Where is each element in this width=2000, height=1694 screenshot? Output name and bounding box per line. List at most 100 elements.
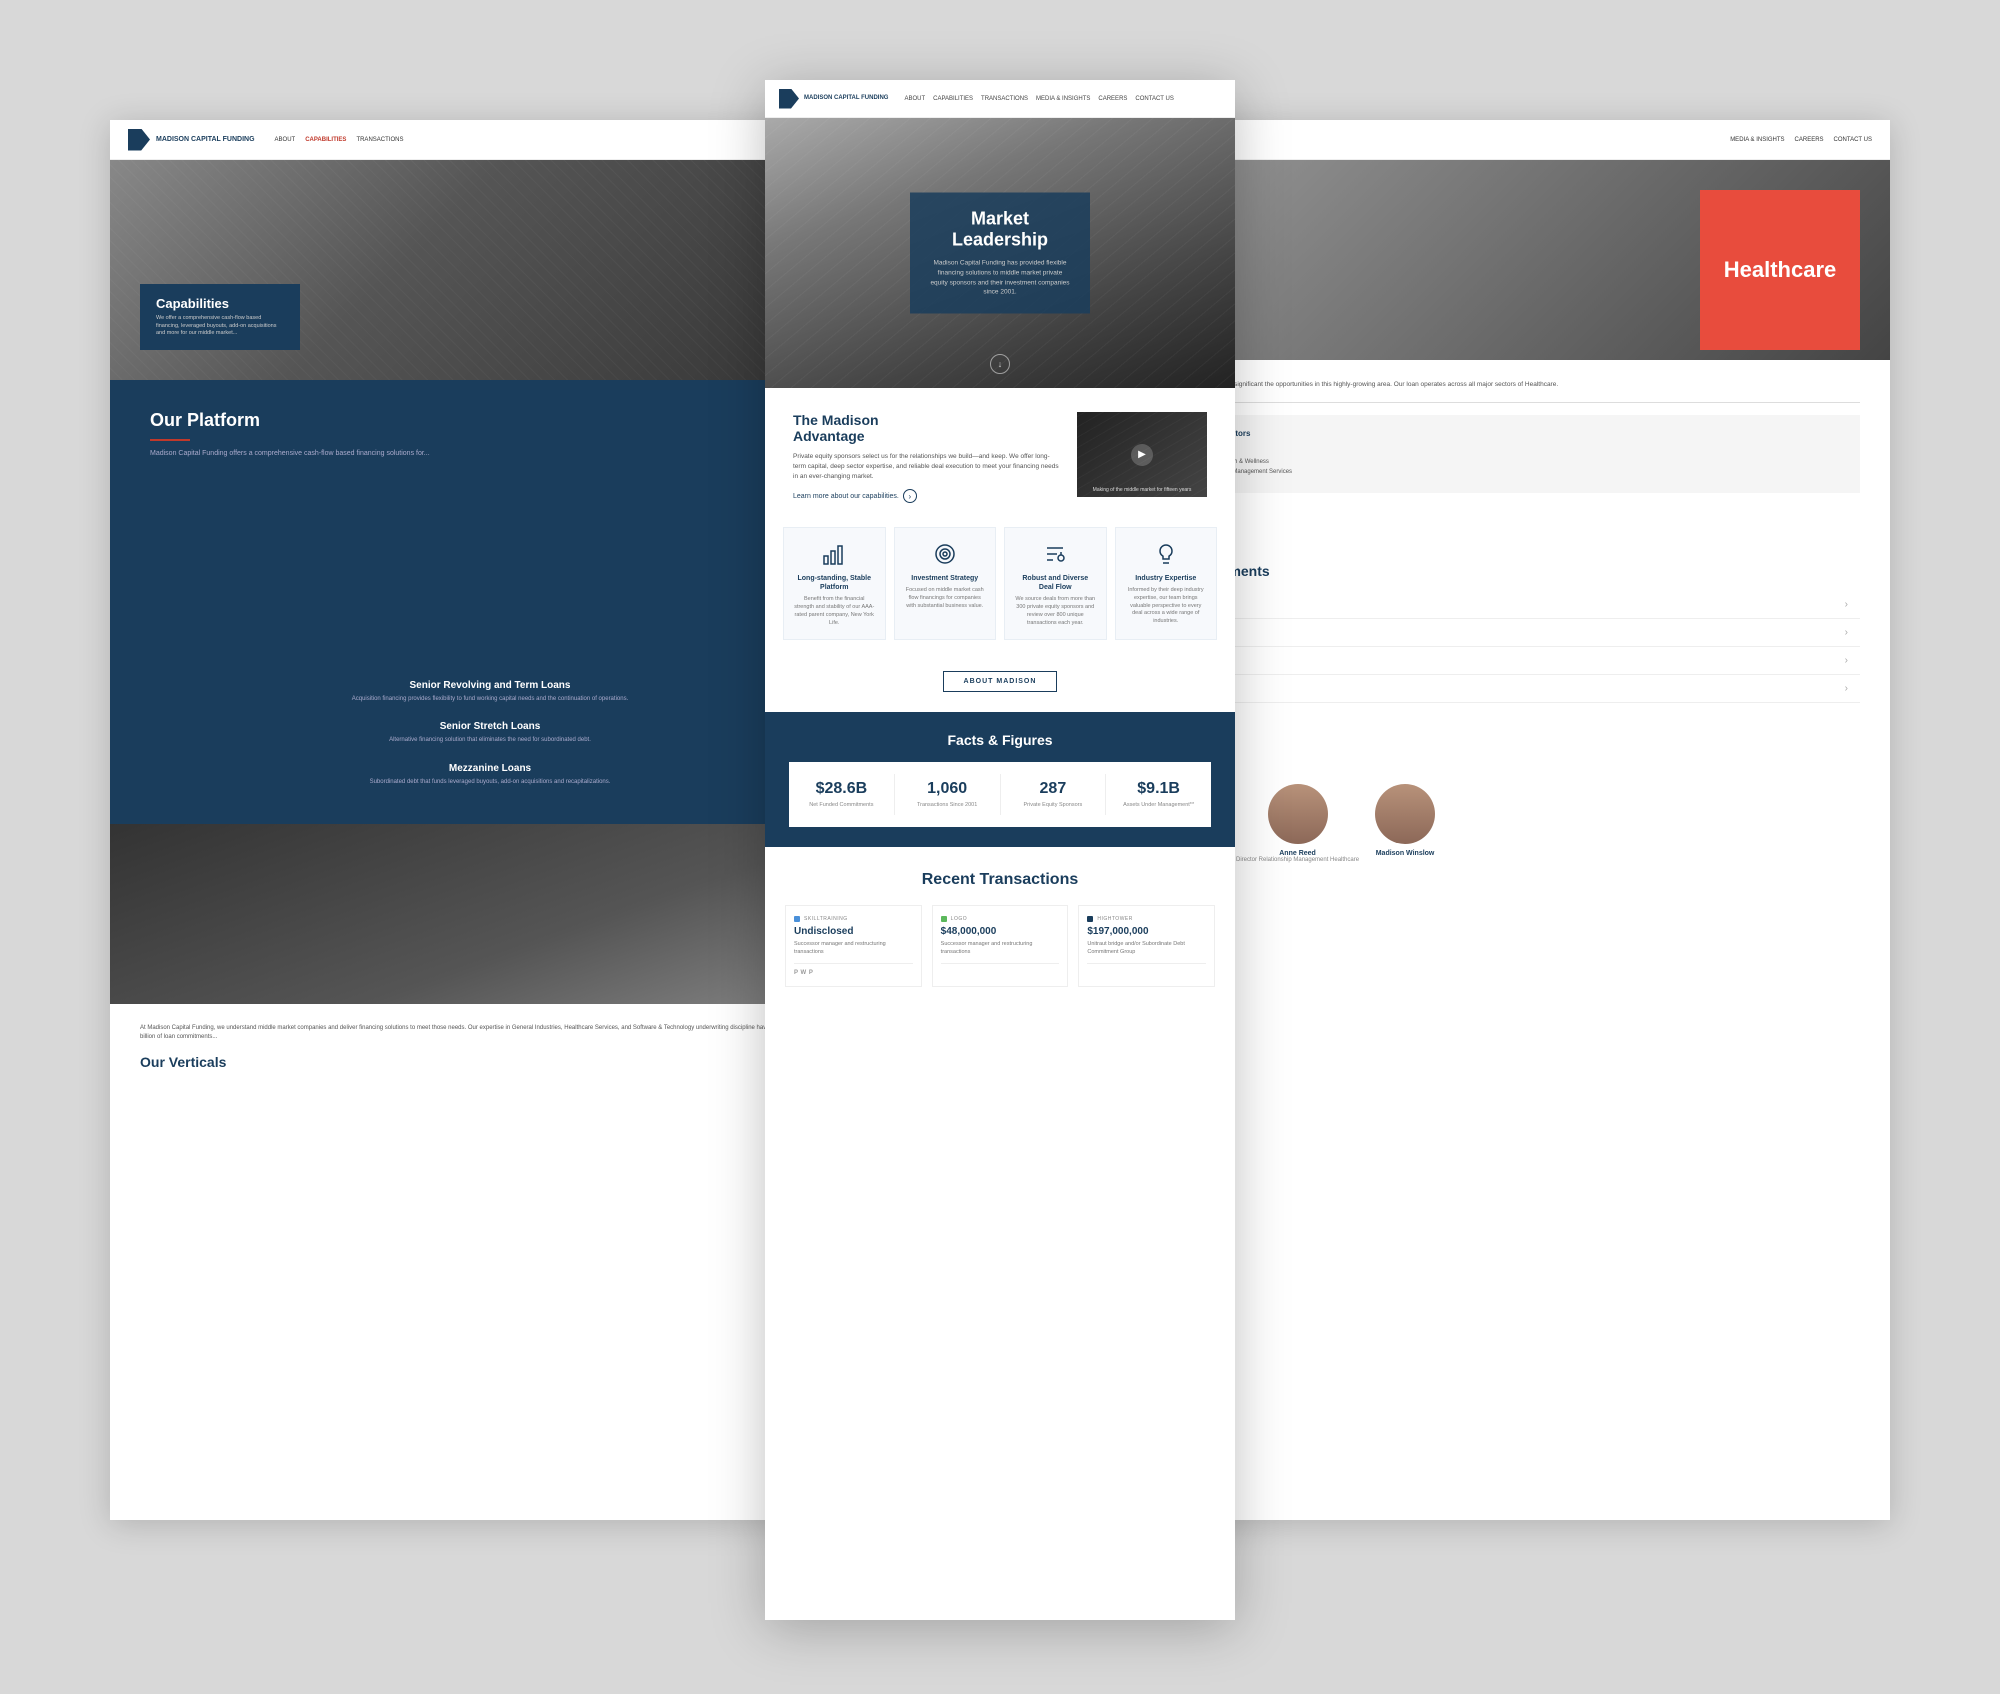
sectors-heading: Healthcare Sectors (1178, 429, 1842, 438)
sectors-note: Click for Sectors (1178, 444, 1842, 453)
advantage-title: The MadisonAdvantage (793, 412, 1061, 444)
feature-title-2: Investment Strategy (905, 574, 986, 583)
hero-main-title: MarketLeadership (930, 209, 1070, 251)
transactions-grid: SkillTraining Undisclosed Successor mana… (785, 905, 1215, 986)
loan-desc-2: Alternative financing solution that elim… (150, 736, 830, 744)
tag-dot-1 (794, 916, 800, 922)
fact-item-1: $28.6B Net Funded Commitments (789, 774, 895, 815)
feature-title-1: Long-standing, Stable Platform (794, 574, 875, 592)
tag-dot-2 (941, 916, 947, 922)
nav-media-front[interactable]: MEDIA & INSIGHTS (1036, 96, 1090, 102)
nav-about-front[interactable]: ABOUT (904, 96, 925, 102)
trans-type-1: Undisclosed (794, 926, 913, 937)
fact-label-3: Private Equity Sponsors (1011, 802, 1096, 809)
chart-icon (820, 540, 848, 568)
announce-item-2[interactable]: Healthcare › (1160, 619, 1860, 647)
video-thumbnail[interactable]: ▶ Making of the middle market for fiftee… (1077, 412, 1207, 497)
announce-item-3[interactable]: Healthcare › (1160, 647, 1860, 675)
play-button[interactable]: ▶ (1131, 444, 1153, 466)
trans-tag-3: HIGHTOWER (1087, 916, 1206, 922)
feature-card-1: Long-standing, Stable Platform Benefit f… (783, 527, 886, 640)
bottom-heading: Our Verticals (140, 1054, 840, 1070)
trans-card-1: SkillTraining Undisclosed Successor mana… (785, 905, 922, 986)
hero-content-box: MarketLeadership Madison Capital Funding… (910, 193, 1090, 314)
transactions-title: Recent Transactions (785, 871, 1215, 889)
fact-value-3: 287 (1011, 780, 1096, 798)
team-subtitle: Healthcare Team (1160, 765, 1860, 772)
feature-desc-4: Informed by their deep industry expertis… (1126, 587, 1207, 625)
target-icon (931, 540, 959, 568)
back-left-navbar: MADISON CAPITAL FUNDING ABOUT CAPABILITI… (110, 120, 870, 160)
advantage-para: Private equity sponsors select us for th… (793, 452, 1061, 481)
announce-item-4[interactable]: Healthcare › (1160, 675, 1860, 703)
facts-title: Facts & Figures (789, 732, 1211, 748)
platform-desc: Madison Capital Funding offers a compreh… (150, 449, 830, 460)
nav-transactions[interactable]: TRANSACTIONS (356, 137, 403, 143)
nav-careers[interactable]: CAREERS (1795, 137, 1824, 143)
trans-logo-3 (1087, 963, 1206, 970)
front-logo: MADISON CAPITAL FUNDING (779, 89, 888, 109)
healthcare-hero: Healthcare (1130, 160, 1890, 360)
trans-card-3: HIGHTOWER $197,000,000 Unitraut bridge a… (1078, 905, 1215, 986)
healthcare-content: ...private equity sponsors significant t… (1130, 360, 1890, 543)
platform-title: Our Platform (150, 410, 830, 431)
team-members-list: By Wentink Managing Director Anne Reed D… (1160, 784, 1860, 875)
advantage-text: The MadisonAdvantage Private equity spon… (793, 412, 1061, 503)
chevron-icon-2: › (1845, 627, 1848, 638)
divider (150, 439, 190, 441)
feature-card-4: Industry Expertise Informed by their dee… (1115, 527, 1218, 640)
team-member-3: Madison Winslow (1375, 784, 1435, 875)
loan-item-3: Mezzanine Loans Subordinated debt that f… (150, 763, 830, 786)
member-name-3: Madison Winslow (1375, 850, 1435, 857)
platform-section: Our Platform Madison Capital Funding off… (110, 380, 870, 660)
sectors-box: Healthcare Sectors Click for Sectors Pop… (1160, 415, 1860, 493)
feature-desc-1: Benefit from the financial strength and … (794, 596, 875, 627)
nav-transactions-front[interactable]: TRANSACTIONS (981, 96, 1028, 102)
healthcare-para: ...private equity sponsors significant t… (1160, 380, 1860, 390)
nav-contact[interactable]: CONTACT US (1834, 137, 1872, 143)
about-btn-wrap: ABOUT MADISON (765, 660, 1235, 712)
fact-value-4: $9.1B (1116, 780, 1201, 798)
video-caption: Making of the middle market for fifteen … (1083, 487, 1201, 494)
hero-title: Capabilities (156, 296, 284, 311)
trans-logo-2 (941, 963, 1060, 970)
flow-icon (1041, 540, 1069, 568)
fact-label-2: Transactions Since 2001 (905, 802, 990, 809)
lightbulb-icon (1152, 540, 1180, 568)
front-hero: MarketLeadership Madison Capital Funding… (765, 118, 1235, 388)
front-navbar: MADISON CAPITAL FUNDING ABOUT CAPABILITI… (765, 80, 1235, 118)
nav-careers-front[interactable]: CAREERS (1098, 96, 1127, 102)
bottom-text-area: At Madison Capital Funding, we understan… (110, 1004, 870, 1090)
facts-grid: $28.6B Net Funded Commitments 1,060 Tran… (789, 762, 1211, 827)
nav-about[interactable]: ABOUT (275, 137, 296, 143)
nav-capabilities[interactable]: CAPABILITIES (305, 137, 346, 143)
trans-desc-1: Successor manager and restructuring tran… (794, 941, 913, 956)
sectors-list: Population Health & Wellness Revenue Cyc… (1178, 459, 1842, 475)
front-page: MADISON CAPITAL FUNDING ABOUT CAPABILITI… (765, 80, 1235, 1620)
member-title-2: Director Relationship Management Healthc… (1236, 857, 1359, 863)
learn-more-link[interactable]: Learn more about our capabilities. › (793, 489, 1061, 503)
hero-subtitle: We offer a comprehensive cash-flow based… (156, 315, 284, 338)
team-section: Team Healthcare Team By Wentink Managing… (1130, 723, 1890, 895)
loan-title-2: Senior Stretch Loans (150, 721, 830, 732)
trans-amount-3: $197,000,000 (1087, 926, 1206, 937)
sector-item-1: Population Health & Wellness (1190, 459, 1842, 465)
loan-item-1: Senior Revolving and Term Loans Acquisit… (150, 680, 830, 703)
healthcare-title: Healthcare (1724, 257, 1837, 283)
nav-media[interactable]: MEDIA & INSIGHTS (1730, 137, 1784, 143)
fact-item-2: 1,060 Transactions Since 2001 (895, 774, 1001, 815)
transactions-section: Recent Transactions SkillTraining Undisc… (765, 847, 1235, 1010)
front-nav-items: ABOUT CAPABILITIES TRANSACTIONS MEDIA & … (904, 96, 1173, 102)
about-madison-button[interactable]: ABOUT MADISON (943, 671, 1058, 692)
back-left-nav-links: ABOUT CAPABILITIES TRANSACTIONS (275, 137, 404, 143)
back-right-navbar: MEDIA & INSIGHTS CAREERS CONTACT US (1130, 120, 1890, 160)
front-logo-icon (779, 89, 799, 109)
loan-desc-3: Subordinated debt that funds leveraged b… (150, 778, 830, 786)
nav-capabilities-front[interactable]: CAPABILITIES (933, 96, 973, 102)
avatar-3 (1375, 784, 1435, 844)
nav-contact-front[interactable]: CONTACT US (1135, 96, 1173, 102)
trans-desc-3: Unitraut bridge and/or Subordinate Debt … (1087, 941, 1206, 956)
announce-item-1[interactable]: Healthcare › (1160, 591, 1860, 619)
facts-section: Facts & Figures $28.6B Net Funded Commit… (765, 712, 1235, 847)
bottom-para: At Madison Capital Funding, we understan… (140, 1024, 840, 1042)
